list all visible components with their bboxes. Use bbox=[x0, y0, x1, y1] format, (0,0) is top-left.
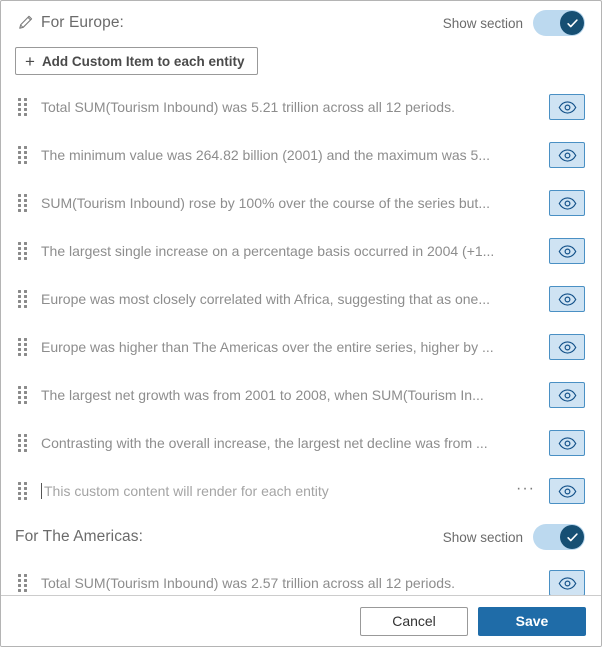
toggle-knob bbox=[560, 11, 584, 35]
pencil-icon[interactable] bbox=[15, 13, 35, 33]
eye-icon[interactable] bbox=[549, 382, 585, 408]
list-item[interactable]: Europe was most closely correlated with … bbox=[1, 275, 601, 323]
drag-handle-icon[interactable] bbox=[15, 98, 29, 116]
section-title: For The Americas: bbox=[15, 528, 144, 545]
list-item[interactable]: The largest net growth was from 2001 to … bbox=[1, 371, 601, 419]
section-title: For Europe: bbox=[41, 14, 124, 31]
toggle-knob bbox=[560, 525, 584, 549]
dialog-footer: Cancel Save bbox=[1, 595, 601, 646]
show-section-label: Show section bbox=[442, 529, 523, 545]
list-item-text: Europe was most closely correlated with … bbox=[41, 291, 491, 307]
plus-icon: + bbox=[25, 51, 35, 71]
list-item[interactable]: The largest single increase on a percent… bbox=[1, 227, 601, 275]
list-item[interactable]: The minimum value was 264.82 billion (20… bbox=[1, 131, 601, 179]
list-item[interactable]: Total SUM(Tourism Inbound) was 5.21 tril… bbox=[1, 83, 601, 131]
list-item-text: The largest single increase on a percent… bbox=[41, 243, 495, 259]
custom-content-input[interactable]: This custom content will render for each… bbox=[41, 483, 516, 499]
list-item-text: SUM(Tourism Inbound) rose by 100% over t… bbox=[41, 195, 490, 211]
eye-icon[interactable] bbox=[549, 478, 585, 504]
list-item-text: Total SUM(Tourism Inbound) was 5.21 tril… bbox=[41, 99, 455, 115]
eye-icon[interactable] bbox=[549, 286, 585, 312]
section-header-controls: Show section bbox=[443, 524, 585, 550]
add-custom-item-label: Add Custom Item to each entity bbox=[41, 53, 245, 69]
eye-icon[interactable] bbox=[549, 334, 585, 360]
edit-content-dialog: For Europe: Show section + Add Custom It… bbox=[0, 0, 602, 647]
cancel-button[interactable]: Cancel bbox=[360, 606, 468, 636]
eye-icon[interactable] bbox=[549, 190, 585, 216]
overflow-menu-icon[interactable]: ··· bbox=[516, 480, 535, 502]
drag-handle-icon[interactable] bbox=[15, 290, 29, 308]
list-item-custom-content[interactable]: This custom content will render for each… bbox=[1, 467, 601, 515]
drag-handle-icon[interactable] bbox=[15, 242, 29, 260]
list-item[interactable]: Europe was higher than The Americas over… bbox=[1, 323, 601, 371]
drag-handle-icon[interactable] bbox=[15, 194, 29, 212]
show-section-toggle[interactable] bbox=[533, 10, 585, 36]
list-item-text: The minimum value was 264.82 billion (20… bbox=[41, 147, 490, 163]
drag-handle-icon[interactable] bbox=[15, 146, 29, 164]
drag-handle-icon[interactable] bbox=[15, 574, 29, 592]
add-custom-item-row: + Add Custom Item to each entity bbox=[1, 45, 601, 83]
list-item[interactable]: SUM(Tourism Inbound) rose by 100% over t… bbox=[1, 179, 601, 227]
save-button[interactable]: Save bbox=[478, 606, 586, 636]
drag-handle-icon[interactable] bbox=[15, 338, 29, 356]
section-header-the-americas: For The Americas: Show section bbox=[1, 515, 601, 559]
list-item-text: Europe was higher than The Americas over… bbox=[41, 339, 494, 355]
eye-icon[interactable] bbox=[549, 94, 585, 120]
list-item-text: Contrasting with the overall increase, t… bbox=[41, 435, 488, 451]
dialog-body[interactable]: For Europe: Show section + Add Custom It… bbox=[1, 1, 601, 595]
show-section-toggle[interactable] bbox=[533, 524, 585, 550]
list-item[interactable]: Contrasting with the overall increase, t… bbox=[1, 419, 601, 467]
drag-handle-icon[interactable] bbox=[15, 482, 29, 500]
drag-handle-icon[interactable] bbox=[15, 434, 29, 452]
section-header-controls: Show section bbox=[443, 10, 585, 36]
eye-icon[interactable] bbox=[549, 570, 585, 595]
show-section-label: Show section bbox=[442, 15, 523, 31]
list-item-text: Total SUM(Tourism Inbound) was 2.57 tril… bbox=[41, 575, 455, 591]
list-item-text: The largest net growth was from 2001 to … bbox=[41, 387, 484, 403]
section-header-europe: For Europe: Show section bbox=[1, 1, 601, 45]
eye-icon[interactable] bbox=[549, 142, 585, 168]
eye-icon[interactable] bbox=[549, 430, 585, 456]
drag-handle-icon[interactable] bbox=[15, 386, 29, 404]
add-custom-item-button[interactable]: + Add Custom Item to each entity bbox=[15, 47, 259, 75]
list-item[interactable]: Total SUM(Tourism Inbound) was 2.57 tril… bbox=[1, 559, 601, 595]
eye-icon[interactable] bbox=[549, 238, 585, 264]
